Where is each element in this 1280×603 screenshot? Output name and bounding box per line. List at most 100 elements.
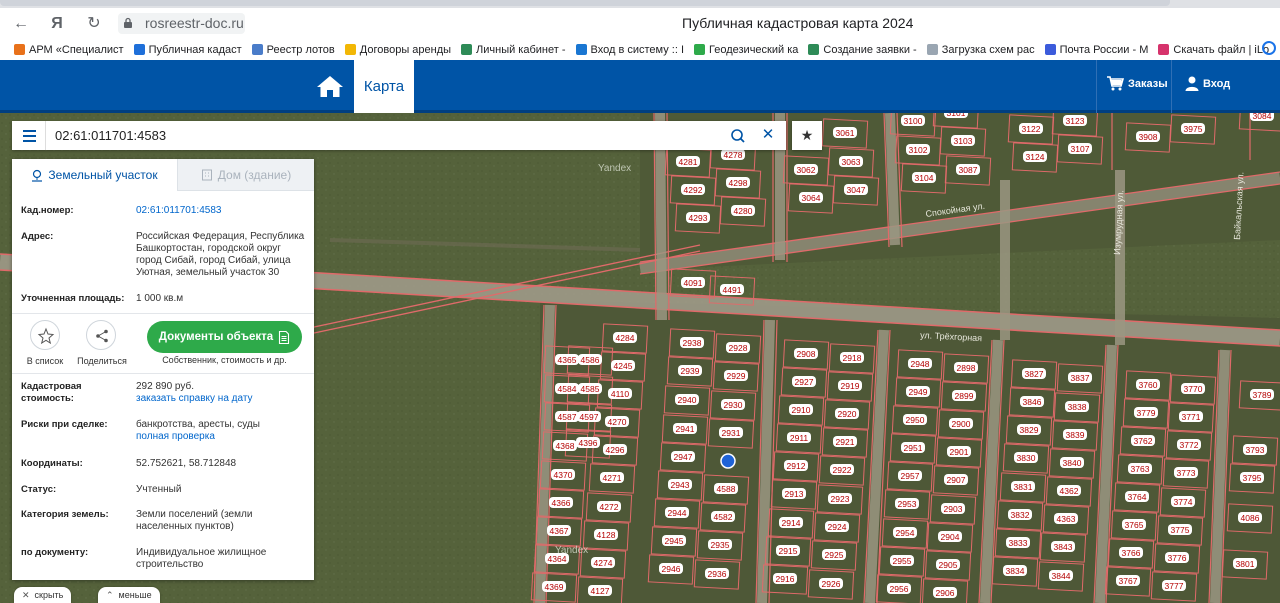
parcel-number[interactable]: 3975 xyxy=(1184,124,1203,134)
kad-value[interactable]: 02:61:011701:4583 xyxy=(136,205,307,217)
parcel-number[interactable]: 3764 xyxy=(1128,492,1147,502)
parcel-number[interactable]: 3846 xyxy=(1023,397,1042,407)
orders-link[interactable]: Заказы xyxy=(1107,76,1168,91)
parcel-number[interactable]: 2914 xyxy=(782,518,801,528)
bookmark-item[interactable]: АРМ «Специалист xyxy=(14,44,124,56)
parcel-number[interactable]: 3801 xyxy=(1236,559,1255,569)
parcel-number[interactable]: 3062 xyxy=(797,165,816,175)
parcel-number[interactable]: 2903 xyxy=(944,504,963,514)
favorites-star-icon[interactable]: ★ xyxy=(792,121,822,150)
bookmark-item[interactable]: Реестр лотов xyxy=(251,44,335,56)
parcel-number[interactable]: 4587 xyxy=(558,412,577,422)
parcel-number[interactable]: 4588 xyxy=(717,484,736,494)
parcel-number[interactable]: 3765 xyxy=(1125,520,1144,530)
parcel-number[interactable]: 4597 xyxy=(580,412,599,422)
parcel-number[interactable]: 2923 xyxy=(831,494,850,504)
parcel-number[interactable]: 3779 xyxy=(1137,408,1156,418)
parcel-number[interactable]: 2943 xyxy=(671,480,690,490)
tab-land-plot[interactable]: Земельный участок xyxy=(12,159,177,191)
parcel-number[interactable]: 3123 xyxy=(1066,116,1085,126)
parcel-number[interactable]: 2898 xyxy=(957,363,976,373)
parcel-number[interactable]: 4365 xyxy=(558,355,577,365)
parcel-number[interactable]: 4396 xyxy=(579,438,598,448)
parcel-number[interactable]: 4582 xyxy=(714,512,733,522)
parcel-number[interactable]: 3843 xyxy=(1054,542,1073,552)
parcel-number[interactable]: 3766 xyxy=(1122,548,1141,558)
parcel-number[interactable]: 2912 xyxy=(787,461,806,471)
parcel-number[interactable]: 2900 xyxy=(952,419,971,429)
close-icon[interactable]: ✕ xyxy=(760,127,776,143)
selected-parcel-marker[interactable] xyxy=(720,453,736,469)
parcel-number[interactable]: 3777 xyxy=(1165,581,1184,591)
parcel-number[interactable]: 2925 xyxy=(825,550,844,560)
parcel-number[interactable]: 2906 xyxy=(936,588,955,598)
bookmark-item[interactable]: Геодезический ка xyxy=(694,44,798,56)
parcel-number[interactable]: 3124 xyxy=(1026,152,1045,162)
parcel-number[interactable]: 3773 xyxy=(1177,468,1196,478)
parcel-number[interactable]: 3102 xyxy=(909,145,928,155)
parcel-number[interactable]: 3771 xyxy=(1182,412,1201,422)
tab-house[interactable]: Дом (здание) xyxy=(177,159,314,191)
parcel-number[interactable]: 3827 xyxy=(1025,369,1044,379)
parcel-number[interactable]: 2916 xyxy=(776,574,795,584)
collapse-panel-button[interactable]: ⌃ меньше xyxy=(98,587,160,603)
parcel-number[interactable]: 4128 xyxy=(597,530,616,540)
parcel-number[interactable]: 2905 xyxy=(939,560,958,570)
parcel-number[interactable]: 3107 xyxy=(1071,144,1090,154)
parcel-number[interactable]: 2908 xyxy=(797,349,816,359)
parcel-number[interactable]: 3103 xyxy=(954,136,973,146)
parcel-number[interactable]: 4296 xyxy=(606,445,625,455)
yandex-browser-icon[interactable]: Я xyxy=(46,13,68,35)
share-button[interactable] xyxy=(86,320,116,350)
parcel-number[interactable]: 2939 xyxy=(681,366,700,376)
parcel-number[interactable]: 2915 xyxy=(779,546,798,556)
parcel-number[interactable]: 2904 xyxy=(941,532,960,542)
parcel-number[interactable]: 3830 xyxy=(1017,453,1036,463)
parcel-number[interactable]: 4272 xyxy=(600,502,619,512)
parcel-number[interactable]: 4585 xyxy=(581,384,600,394)
parcel-number[interactable]: 4278 xyxy=(724,150,743,160)
parcel-number[interactable]: 3087 xyxy=(959,165,978,175)
parcel-number[interactable]: 3840 xyxy=(1063,458,1082,468)
parcel-number[interactable]: 2947 xyxy=(674,452,693,462)
parcel-number[interactable]: 2940 xyxy=(678,395,697,405)
parcel-number[interactable]: 2924 xyxy=(828,522,847,532)
parcel-number[interactable]: 2938 xyxy=(683,338,702,348)
bookmark-item[interactable]: Вход в систему :: I xyxy=(575,44,684,56)
parcel-number[interactable]: 4281 xyxy=(679,157,698,167)
parcel-number[interactable]: 2950 xyxy=(906,415,925,425)
bookmark-item[interactable]: Почта России - М xyxy=(1044,44,1148,56)
parcel-number[interactable]: 3829 xyxy=(1020,425,1039,435)
parcel-number[interactable]: 4091 xyxy=(684,278,703,288)
parcel-number[interactable]: 2935 xyxy=(711,540,730,550)
browser-tab[interactable] xyxy=(0,0,1170,6)
parcel-number[interactable]: 3908 xyxy=(1139,132,1158,142)
bookmark-item[interactable]: Скачать файл | iLo xyxy=(1158,44,1269,56)
parcel-number[interactable]: 3770 xyxy=(1184,384,1203,394)
parcel-number[interactable]: 4274 xyxy=(594,558,613,568)
bookmark-item[interactable]: Создание заявки - xyxy=(808,44,917,56)
parcel-number[interactable]: 3789 xyxy=(1253,390,1272,400)
parcel-number[interactable]: 2949 xyxy=(909,387,928,397)
parcel-number[interactable]: 2945 xyxy=(665,536,684,546)
parcel-number[interactable]: 3833 xyxy=(1009,538,1028,548)
parcel-number[interactable]: 2953 xyxy=(898,499,917,509)
parcel-number[interactable]: 2929 xyxy=(727,371,746,381)
parcel-number[interactable]: 2901 xyxy=(950,447,969,457)
parcel-number[interactable]: 3844 xyxy=(1052,571,1071,581)
parcel-number[interactable]: 2922 xyxy=(833,465,852,475)
tab-map[interactable]: Карта xyxy=(354,60,414,113)
parcel-number[interactable]: 3063 xyxy=(842,157,861,167)
parcel-number[interactable]: 4369 xyxy=(545,582,564,592)
parcel-number[interactable]: 3838 xyxy=(1068,402,1087,412)
url-text[interactable]: rosreestr-doc.ru xyxy=(145,15,244,31)
parcel-number[interactable]: 4270 xyxy=(608,417,627,427)
parcel-number[interactable]: 3100 xyxy=(904,116,923,126)
parcel-number[interactable]: 2920 xyxy=(838,409,857,419)
parcel-number[interactable]: 4284 xyxy=(616,333,635,343)
parcel-number[interactable]: 4086 xyxy=(1241,513,1260,523)
login-link[interactable]: Вход xyxy=(1185,76,1230,91)
full-check-link[interactable]: полная проверка xyxy=(136,431,307,443)
parcel-number[interactable]: 4110 xyxy=(611,389,630,399)
parcel-number[interactable]: 3760 xyxy=(1139,380,1158,390)
